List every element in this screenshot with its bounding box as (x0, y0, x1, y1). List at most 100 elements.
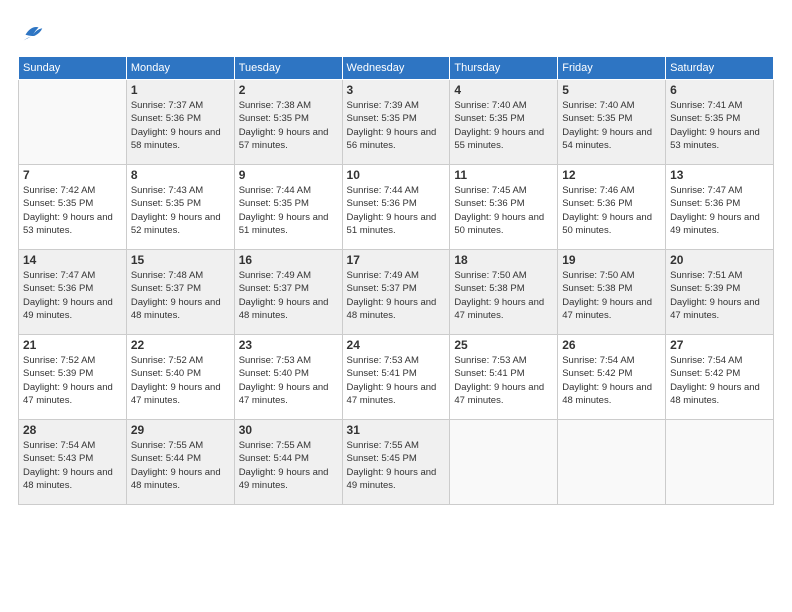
day-number: 25 (454, 338, 553, 352)
calendar-cell: 3 Sunrise: 7:39 AMSunset: 5:35 PMDaylight… (342, 80, 450, 165)
day-number: 18 (454, 253, 553, 267)
calendar-cell (558, 420, 666, 505)
day-info: Sunrise: 7:49 AMSunset: 5:37 PMDaylight:… (347, 269, 446, 322)
page: SundayMondayTuesdayWednesdayThursdayFrid… (0, 0, 792, 612)
calendar-header-row: SundayMondayTuesdayWednesdayThursdayFrid… (19, 57, 774, 80)
day-info: Sunrise: 7:53 AMSunset: 5:40 PMDaylight:… (239, 354, 338, 407)
calendar-cell: 25 Sunrise: 7:53 AMSunset: 5:41 PMDayligh… (450, 335, 558, 420)
weekday-header: Tuesday (234, 57, 342, 80)
day-number: 31 (347, 423, 446, 437)
logo (18, 18, 50, 46)
day-number: 15 (131, 253, 230, 267)
day-number: 9 (239, 168, 338, 182)
day-number: 11 (454, 168, 553, 182)
day-info: Sunrise: 7:54 AMSunset: 5:42 PMDaylight:… (670, 354, 769, 407)
day-number: 13 (670, 168, 769, 182)
day-number: 17 (347, 253, 446, 267)
calendar-cell: 24Sunrise: 7:53 AMSunset: 5:41 PMDayligh… (342, 335, 450, 420)
day-info: Sunrise: 7:46 AMSunset: 5:36 PMDaylight:… (562, 184, 661, 237)
day-number: 26 (562, 338, 661, 352)
weekday-header: Monday (126, 57, 234, 80)
day-info: Sunrise: 7:53 AMSunset: 5:41 PMDaylight:… (454, 354, 553, 407)
calendar-week-row: 7 Sunrise: 7:42 AMSunset: 5:35 PMDaylight… (19, 165, 774, 250)
day-info: Sunrise: 7:47 AMSunset: 5:36 PMDaylight:… (670, 184, 769, 237)
day-info: Sunrise: 7:39 AMSunset: 5:35 PMDaylight:… (347, 99, 446, 152)
day-info: Sunrise: 7:40 AMSunset: 5:35 PMDaylight:… (454, 99, 553, 152)
logo-icon (18, 18, 46, 46)
day-info: Sunrise: 7:54 AMSunset: 5:42 PMDaylight:… (562, 354, 661, 407)
day-number: 16 (239, 253, 338, 267)
calendar-week-row: 21 Sunrise: 7:52 AMSunset: 5:39 PMDayligh… (19, 335, 774, 420)
calendar-cell: 9 Sunrise: 7:44 AMSunset: 5:35 PMDaylight… (234, 165, 342, 250)
day-number: 27 (670, 338, 769, 352)
day-info: Sunrise: 7:40 AMSunset: 5:35 PMDaylight:… (562, 99, 661, 152)
calendar-cell: 23Sunrise: 7:53 AMSunset: 5:40 PMDayligh… (234, 335, 342, 420)
calendar-week-row: 14Sunrise: 7:47 AMSunset: 5:36 PMDayligh… (19, 250, 774, 335)
day-info: Sunrise: 7:55 AMSunset: 5:45 PMDaylight:… (347, 439, 446, 492)
day-number: 24 (347, 338, 446, 352)
day-info: Sunrise: 7:55 AMSunset: 5:44 PMDaylight:… (239, 439, 338, 492)
calendar-cell: 16 Sunrise: 7:49 AMSunset: 5:37 PMDayligh… (234, 250, 342, 335)
calendar-cell: 31 Sunrise: 7:55 AMSunset: 5:45 PMDayligh… (342, 420, 450, 505)
day-number: 30 (239, 423, 338, 437)
calendar-cell: 26 Sunrise: 7:54 AMSunset: 5:42 PMDayligh… (558, 335, 666, 420)
day-number: 29 (131, 423, 230, 437)
day-number: 20 (670, 253, 769, 267)
calendar-cell: 4 Sunrise: 7:40 AMSunset: 5:35 PMDaylight… (450, 80, 558, 165)
header (18, 18, 774, 46)
calendar-cell: 30 Sunrise: 7:55 AMSunset: 5:44 PMDayligh… (234, 420, 342, 505)
calendar-cell (450, 420, 558, 505)
day-info: Sunrise: 7:52 AMSunset: 5:39 PMDaylight:… (23, 354, 122, 407)
day-info: Sunrise: 7:41 AMSunset: 5:35 PMDaylight:… (670, 99, 769, 152)
calendar-cell: 17 Sunrise: 7:49 AMSunset: 5:37 PMDayligh… (342, 250, 450, 335)
day-number: 6 (670, 83, 769, 97)
weekday-header: Sunday (19, 57, 127, 80)
calendar-cell: 2 Sunrise: 7:38 AMSunset: 5:35 PMDaylight… (234, 80, 342, 165)
calendar-cell: 12 Sunrise: 7:46 AMSunset: 5:36 PMDayligh… (558, 165, 666, 250)
day-number: 21 (23, 338, 122, 352)
calendar-week-row: 28Sunrise: 7:54 AMSunset: 5:43 PMDayligh… (19, 420, 774, 505)
day-number: 22 (131, 338, 230, 352)
calendar-cell: 18 Sunrise: 7:50 AMSunset: 5:38 PMDayligh… (450, 250, 558, 335)
day-number: 4 (454, 83, 553, 97)
calendar-cell (666, 420, 774, 505)
weekday-header: Friday (558, 57, 666, 80)
calendar-cell: 29 Sunrise: 7:55 AMSunset: 5:44 PMDayligh… (126, 420, 234, 505)
day-number: 10 (347, 168, 446, 182)
day-info: Sunrise: 7:49 AMSunset: 5:37 PMDaylight:… (239, 269, 338, 322)
day-number: 19 (562, 253, 661, 267)
calendar-cell: 1Sunrise: 7:37 AMSunset: 5:36 PMDaylight… (126, 80, 234, 165)
day-number: 2 (239, 83, 338, 97)
day-number: 1 (131, 83, 230, 97)
calendar-table: SundayMondayTuesdayWednesdayThursdayFrid… (18, 56, 774, 505)
day-number: 8 (131, 168, 230, 182)
day-info: Sunrise: 7:55 AMSunset: 5:44 PMDaylight:… (131, 439, 230, 492)
calendar-cell (19, 80, 127, 165)
calendar-cell: 5 Sunrise: 7:40 AMSunset: 5:35 PMDaylight… (558, 80, 666, 165)
calendar-cell: 27 Sunrise: 7:54 AMSunset: 5:42 PMDayligh… (666, 335, 774, 420)
day-info: Sunrise: 7:51 AMSunset: 5:39 PMDaylight:… (670, 269, 769, 322)
calendar-cell: 10Sunrise: 7:44 AMSunset: 5:36 PMDayligh… (342, 165, 450, 250)
calendar-cell: 28Sunrise: 7:54 AMSunset: 5:43 PMDayligh… (19, 420, 127, 505)
calendar-cell: 19 Sunrise: 7:50 AMSunset: 5:38 PMDayligh… (558, 250, 666, 335)
calendar-cell: 22Sunrise: 7:52 AMSunset: 5:40 PMDayligh… (126, 335, 234, 420)
day-number: 7 (23, 168, 122, 182)
calendar-cell: 20 Sunrise: 7:51 AMSunset: 5:39 PMDayligh… (666, 250, 774, 335)
day-number: 5 (562, 83, 661, 97)
day-info: Sunrise: 7:50 AMSunset: 5:38 PMDaylight:… (454, 269, 553, 322)
day-info: Sunrise: 7:47 AMSunset: 5:36 PMDaylight:… (23, 269, 122, 322)
day-info: Sunrise: 7:43 AMSunset: 5:35 PMDaylight:… (131, 184, 230, 237)
day-number: 3 (347, 83, 446, 97)
weekday-header: Saturday (666, 57, 774, 80)
calendar-cell: 14Sunrise: 7:47 AMSunset: 5:36 PMDayligh… (19, 250, 127, 335)
calendar-cell: 6 Sunrise: 7:41 AMSunset: 5:35 PMDaylight… (666, 80, 774, 165)
day-info: Sunrise: 7:44 AMSunset: 5:35 PMDaylight:… (239, 184, 338, 237)
day-info: Sunrise: 7:42 AMSunset: 5:35 PMDaylight:… (23, 184, 122, 237)
calendar-cell: 7 Sunrise: 7:42 AMSunset: 5:35 PMDaylight… (19, 165, 127, 250)
weekday-header: Thursday (450, 57, 558, 80)
day-number: 12 (562, 168, 661, 182)
calendar-cell: 11Sunrise: 7:45 AMSunset: 5:36 PMDayligh… (450, 165, 558, 250)
day-info: Sunrise: 7:50 AMSunset: 5:38 PMDaylight:… (562, 269, 661, 322)
day-number: 28 (23, 423, 122, 437)
day-info: Sunrise: 7:38 AMSunset: 5:35 PMDaylight:… (239, 99, 338, 152)
